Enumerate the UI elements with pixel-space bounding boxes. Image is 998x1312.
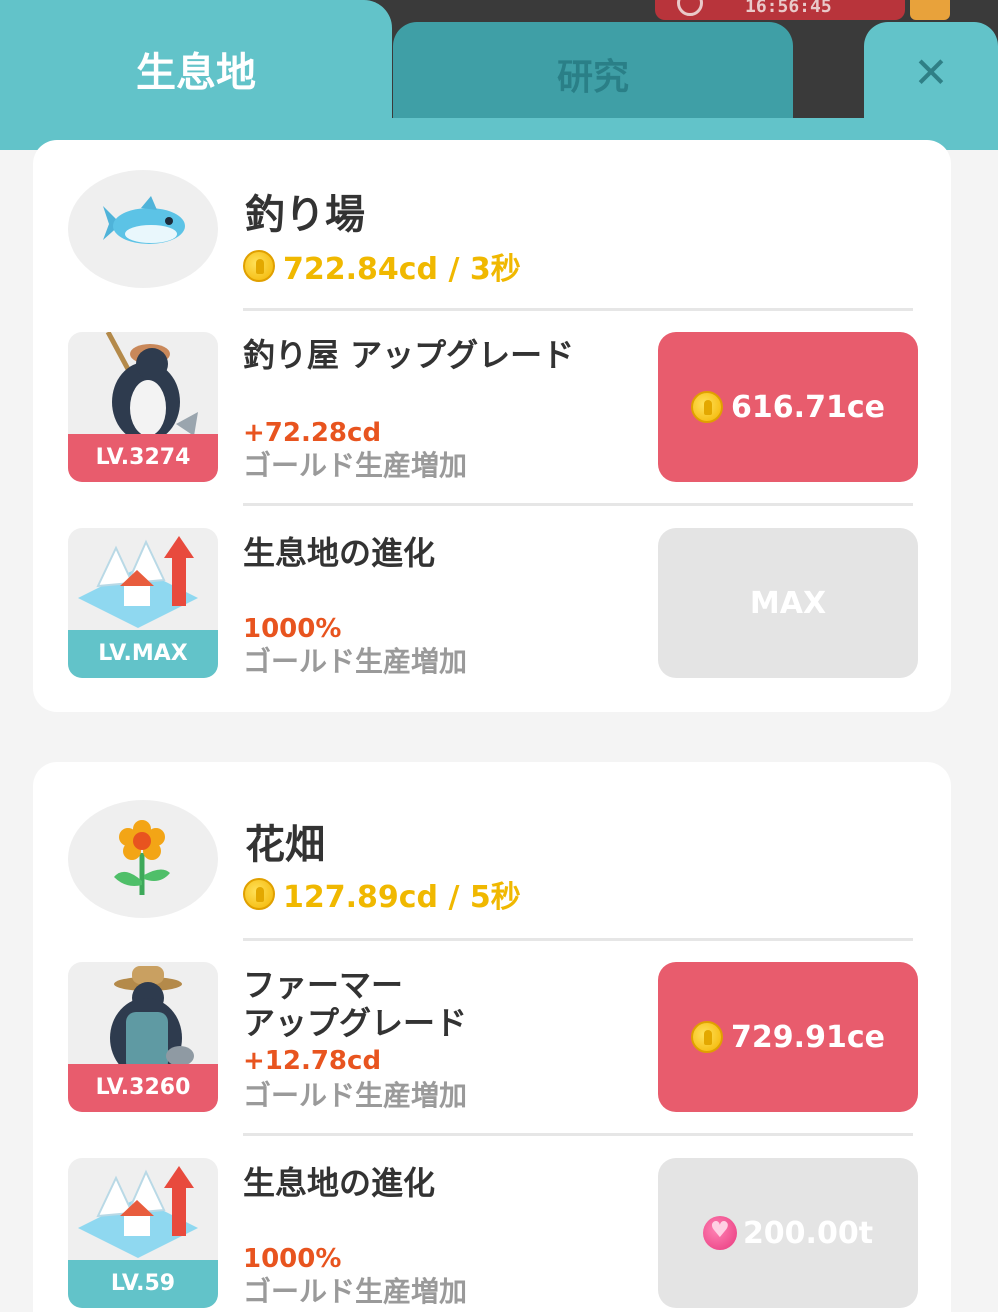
habitat-evolution-icon — [78, 536, 198, 628]
level-badge: LV.MAX — [68, 630, 218, 678]
upgrade-thumbnail: LV.3274 — [68, 332, 218, 482]
fish-icon — [103, 196, 185, 244]
evolution-title: 生息地の進化 — [243, 1164, 436, 1202]
habitat-title: 花畑 — [245, 822, 325, 868]
habitat-icon-circle — [68, 170, 218, 288]
evolution-thumbnail: LV.MAX — [68, 528, 218, 678]
clock-icon — [677, 0, 703, 16]
gold-coin-icon — [243, 878, 275, 910]
level-badge: LV.3274 — [68, 434, 218, 482]
fisher-penguin-icon — [105, 332, 198, 442]
level-badge: LV.59 — [68, 1260, 218, 1308]
habitat-card-flower: 花畑 127.89cd / 5秒 LV.3260 ファーマー アップグレード +… — [33, 762, 951, 1312]
tab-habitat-label: 生息地 — [136, 50, 256, 96]
upgrade-cost: 729.91ce — [731, 1019, 885, 1055]
close-button[interactable]: ✕ — [864, 22, 998, 122]
heart-gem-icon — [702, 1216, 737, 1250]
upgrade-buy-button[interactable]: 616.71ce — [658, 332, 918, 482]
tab-research-label: 研究 — [556, 57, 629, 98]
upgrade-cost: 616.71ce — [731, 389, 885, 425]
upgrade-title: ファーマー アップグレード — [243, 966, 467, 1042]
evolution-buy-button[interactable]: 200.00t — [658, 1158, 918, 1308]
habitat-title: 釣り場 — [245, 192, 365, 238]
evolution-title: 生息地の進化 — [243, 534, 436, 572]
tab-research[interactable]: 研究 — [393, 22, 793, 122]
habitat-rate-text: 722.84cd / 3秒 — [283, 252, 521, 287]
upgrade-description: ゴールド生産増加 — [243, 449, 468, 482]
divider — [243, 1133, 913, 1136]
top-currency-badge — [910, 0, 950, 20]
divider — [243, 308, 913, 311]
upgrade-bonus: +12.78cd — [243, 1046, 382, 1076]
upgrade-buy-button[interactable]: 729.91ce — [658, 962, 918, 1112]
evolution-max-label: MAX — [749, 585, 827, 621]
habitat-evolution-icon — [78, 1166, 198, 1258]
tab-habitat[interactable]: 生息地 — [0, 0, 392, 150]
divider — [243, 503, 913, 506]
upgrade-title-line1: ファーマー — [243, 966, 404, 1004]
gold-coin-icon — [691, 1021, 724, 1053]
close-icon: ✕ — [913, 48, 949, 97]
gold-coin-icon — [691, 391, 724, 423]
evolution-description: ゴールド生産増加 — [243, 645, 468, 678]
timer-text: 16:56:45 — [745, 0, 832, 17]
flower-icon — [114, 820, 170, 895]
habitat-icon-circle — [68, 800, 218, 918]
evolution-max-button: MAX — [658, 528, 918, 678]
farmer-penguin-icon — [110, 966, 194, 1072]
upgrade-title: 釣り屋 アップグレード — [243, 336, 575, 374]
upgrade-title-line2: アップグレード — [243, 1004, 468, 1042]
level-badge: LV.3260 — [68, 1064, 218, 1112]
evolution-cost: 200.00t — [742, 1215, 874, 1251]
event-timer: 16:56:45 — [655, 0, 905, 20]
upgrade-description: ゴールド生産増加 — [243, 1079, 468, 1112]
upgrade-thumbnail: LV.3260 — [68, 962, 218, 1112]
habitat-rate-text: 127.89cd / 5秒 — [283, 880, 521, 915]
evolution-description: ゴールド生産増加 — [243, 1275, 468, 1308]
evolution-thumbnail: LV.59 — [68, 1158, 218, 1308]
habitat-card-fishing: 釣り場 722.84cd / 3秒 LV.3274 釣り屋 アップグレード +7… — [33, 140, 951, 712]
habitat-rate: 127.89cd / 5秒 — [243, 872, 521, 916]
gold-coin-icon — [243, 250, 275, 282]
divider — [243, 938, 913, 941]
habitat-rate: 722.84cd / 3秒 — [243, 244, 521, 288]
